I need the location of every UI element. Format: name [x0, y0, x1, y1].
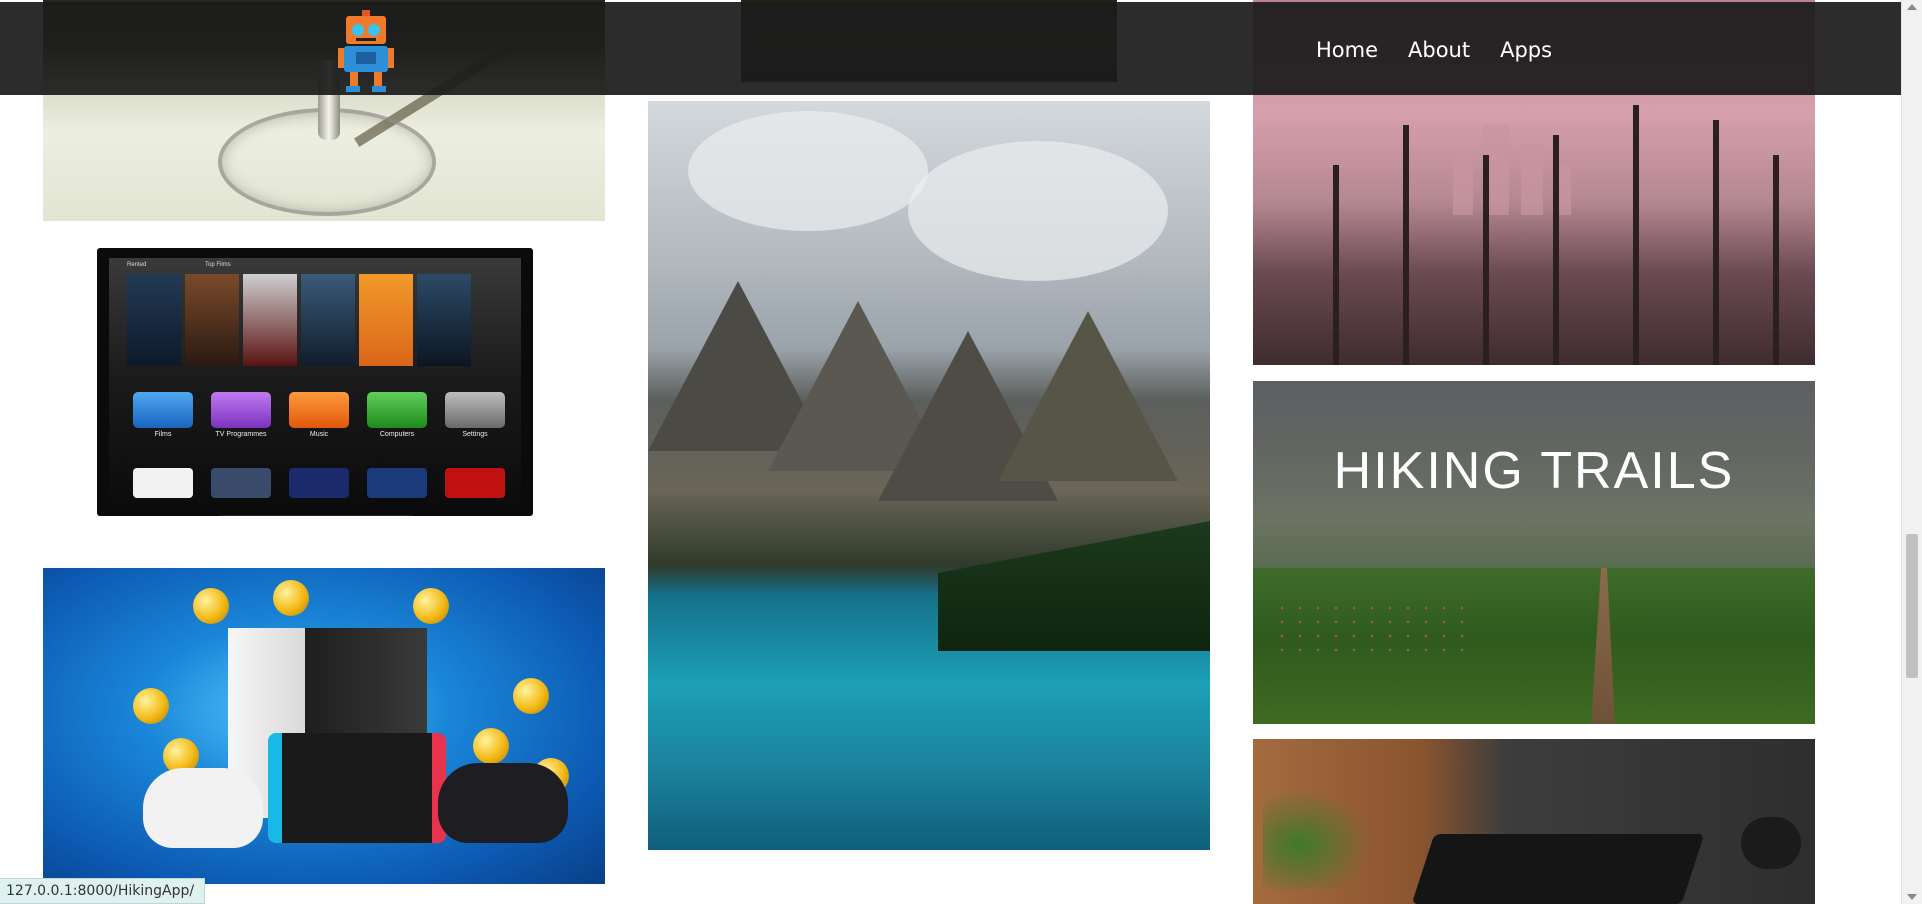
settings-icon [445, 392, 505, 428]
movie-poster [185, 274, 239, 366]
hiking-trails-card[interactable]: HIKING TRAILS [1253, 381, 1815, 724]
forest [938, 521, 1210, 651]
music-icon [289, 392, 349, 428]
scrollbar-thumb[interactable] [1906, 534, 1918, 678]
scroll-up-arrow-icon[interactable] [1907, 4, 1917, 10]
sky-news-app-icon [367, 468, 427, 498]
hiking-trails-title: HIKING TRAILS [1333, 442, 1735, 500]
tv-row-label: Top Films [205, 262, 231, 268]
nba-app-icon [289, 468, 349, 498]
nav-links: Home About Apps [1316, 26, 1582, 74]
cloud [908, 141, 1168, 281]
movie-poster [359, 274, 413, 366]
tv-stand [221, 515, 411, 516]
computers-icon [367, 392, 427, 428]
movie-poster [417, 274, 471, 366]
xbox-controller [143, 768, 263, 848]
tv-row-label: Rented [127, 262, 147, 268]
palm-tree [1333, 165, 1339, 365]
vertical-scrollbar[interactable] [1901, 0, 1922, 904]
tv-menu-label: Films [154, 431, 172, 438]
films-icon [133, 392, 193, 428]
navbar: Home About Apps [0, 2, 1902, 95]
tv-menu-label: TV Programmes [215, 431, 267, 438]
hiking-trail-path [1591, 568, 1615, 724]
mlb-app-icon [211, 468, 271, 498]
tv-screen: Rented Top Films Films TV Programmes Mus… [109, 258, 521, 502]
palm-tree [1773, 155, 1779, 365]
playstation-controller [438, 763, 568, 843]
tv-menu-label: Computers [379, 431, 415, 438]
building [1521, 145, 1543, 215]
nav-link-about[interactable]: About [1408, 26, 1470, 74]
mountain-peak [998, 311, 1178, 481]
netflix-app-icon [133, 468, 193, 498]
wildflowers [1273, 601, 1473, 661]
gallery-image-desk-setup[interactable] [1253, 739, 1815, 904]
plant [1263, 779, 1383, 889]
mouse [1741, 817, 1801, 869]
switch-console [268, 733, 446, 843]
gallery-image-game-consoles[interactable] [43, 568, 605, 884]
tv-menu-label: Music [309, 431, 329, 438]
nav-link-home[interactable]: Home [1316, 26, 1378, 74]
coin-icon [513, 678, 549, 714]
movie-poster [243, 274, 297, 366]
palm-tree [1403, 125, 1409, 365]
coin-icon [193, 588, 229, 624]
gallery-image-apple-tv[interactable]: Rented Top Films Films TV Programmes Mus… [97, 248, 533, 516]
coin-icon [133, 688, 169, 724]
status-bar-url: 127.0.0.1:8000/HikingApp/ [0, 878, 206, 904]
palm-tree [1633, 105, 1639, 365]
movie-poster [301, 274, 355, 366]
palm-tree [1483, 155, 1489, 365]
palm-tree [1713, 120, 1719, 365]
coin-icon [413, 588, 449, 624]
coin-icon [473, 728, 509, 764]
cloud [688, 111, 928, 231]
movie-poster [127, 274, 181, 366]
coin-icon [273, 580, 309, 616]
robot-icon[interactable] [338, 10, 394, 92]
tv-menu-label: Settings [462, 431, 488, 438]
gallery-page: Rented Top Films Films TV Programmes Mus… [0, 0, 1902, 904]
keyboard [1411, 834, 1705, 904]
tv-programmes-icon [211, 392, 271, 428]
gallery-image-mountain-lake[interactable] [648, 101, 1210, 850]
building [1453, 155, 1473, 215]
app-icon [445, 468, 505, 498]
scroll-down-arrow-icon[interactable] [1907, 894, 1917, 900]
palm-tree [1553, 135, 1559, 365]
nav-link-apps[interactable]: Apps [1500, 26, 1552, 74]
